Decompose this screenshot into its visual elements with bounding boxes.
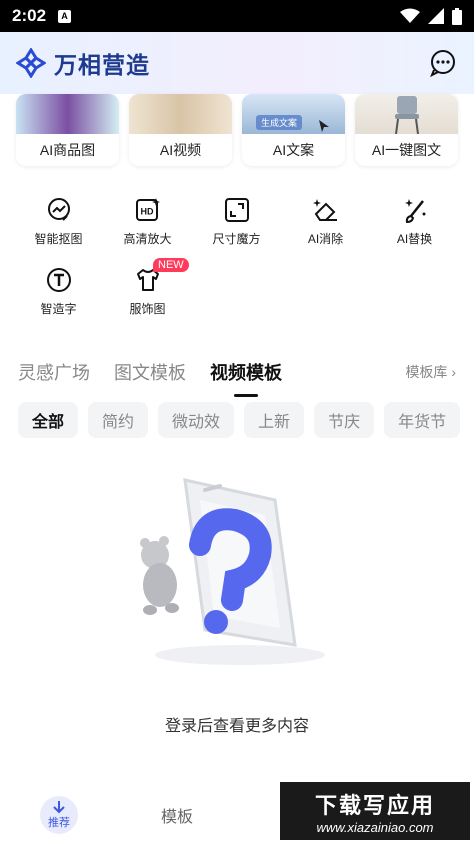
chevron-right-icon: ›: [451, 364, 456, 380]
text-t-icon: [46, 268, 71, 292]
tools-grid: 智能抠图 HD 高清放大 尺寸魔方 AI消除 AI替换 智造字 NEW 服饰图: [0, 192, 474, 332]
nav-label: 推荐: [48, 817, 70, 829]
filter-chips: 全部 简约 微动效 上新 节庆 年货节: [18, 402, 461, 438]
chip-simple[interactable]: 简约: [88, 402, 149, 438]
status-time: 2:02: [12, 6, 47, 25]
empty-state-message: 登录后查看更多内容: [164, 718, 309, 735]
tool-label: 尺寸魔方: [212, 232, 261, 246]
battery-icon: [452, 7, 462, 25]
app-header: 万相营造: [0, 32, 474, 94]
wifi-icon: [400, 8, 420, 23]
chair-icon: [395, 96, 419, 134]
card-ai-product-image[interactable]: AI商品图: [16, 94, 119, 166]
tool-ai-erase[interactable]: AI消除: [281, 192, 370, 262]
tool-label: 高清放大: [123, 232, 172, 246]
card-ai-copywriting[interactable]: 生成文案 AI文案: [242, 94, 345, 166]
watermark-url: www.xiazainiao.com: [316, 819, 434, 835]
glass-panel: [183, 478, 297, 647]
tool-label: AI替换: [396, 232, 433, 246]
message-icon[interactable]: [428, 48, 458, 78]
empty-state-illustration: [140, 478, 325, 665]
template-library-link[interactable]: 模板库 ›: [405, 362, 456, 382]
svg-text:HD: HD: [140, 207, 153, 217]
tools-row: 智造字 NEW 服饰图: [0, 258, 474, 332]
nav-recommend-indicator: 推荐: [40, 796, 78, 834]
card-thumbnail: [355, 94, 458, 134]
template-library-label: 模板库: [405, 364, 448, 380]
cutout-icon: [47, 198, 70, 221]
card-thumbnail: [16, 94, 119, 134]
card-ai-video[interactable]: AI视频: [129, 94, 232, 166]
chip-micro-motion[interactable]: 微动效: [158, 402, 235, 438]
hd-icon: HD: [135, 198, 160, 221]
tool-label: 智造字: [40, 302, 77, 316]
card-label: AI一键图文: [371, 142, 442, 158]
tool-label: 智能抠图: [34, 232, 83, 246]
tool-ai-replace[interactable]: AI替换: [370, 192, 459, 262]
tool-apparel-image[interactable]: NEW 服饰图: [103, 258, 192, 332]
bottom-nav: 推荐 模板 空 下载写应用 www.xiazainiao.com: [0, 782, 474, 844]
chip-festival[interactable]: 节庆: [314, 402, 375, 438]
card-label: AI商品图: [39, 142, 96, 158]
card-ai-one-click[interactable]: AI一键图文: [355, 94, 458, 166]
arrow-down-icon: [53, 801, 65, 814]
signal-icon: [428, 8, 444, 24]
tool-label: 服饰图: [129, 302, 166, 316]
tab-video-templates[interactable]: 视频模板: [210, 359, 282, 385]
site-watermark: 下载写应用 www.xiazainiao.com: [280, 782, 470, 840]
nav-recommend[interactable]: 推荐: [0, 796, 118, 834]
eraser-icon: [312, 199, 337, 221]
status-icons: [400, 7, 462, 25]
feature-cards: AI商品图 AI视频 生成文案 AI文案 AI一键图文: [0, 94, 474, 174]
card-overlay-tag: 生成文案: [256, 115, 303, 130]
chip-new[interactable]: 上新: [244, 402, 305, 438]
brand-logo-icon: [16, 48, 46, 78]
tool-label: AI消除: [307, 232, 344, 246]
tool-hd-upscale[interactable]: HD 高清放大: [103, 192, 192, 262]
tab-inspiration[interactable]: 灵感广场: [18, 359, 90, 385]
nav-label: 模板: [160, 809, 193, 826]
card-label: AI文案: [272, 142, 315, 158]
new-badge: NEW: [153, 258, 189, 272]
chip-new-year-goods[interactable]: 年货节: [384, 402, 461, 438]
resize-icon: [224, 198, 249, 222]
card-thumbnail: [129, 94, 232, 134]
status-bar: 2:02 A: [0, 0, 474, 32]
card-label: AI视频: [159, 142, 202, 158]
bear-figure: [140, 536, 179, 615]
watermark-title: 下载写应用: [314, 792, 435, 818]
card-thumbnail: 生成文案: [242, 94, 345, 134]
chip-all[interactable]: 全部: [18, 402, 79, 438]
tool-smart-font[interactable]: 智造字: [14, 262, 103, 332]
magic-brush-icon: [404, 199, 425, 224]
template-tabs: 灵感广场 图文模板 视频模板 模板库 ›: [0, 352, 474, 392]
tool-size-cube[interactable]: 尺寸魔方: [192, 192, 281, 262]
nav-templates[interactable]: 模板: [118, 803, 236, 827]
tool-smart-cutout[interactable]: 智能抠图: [14, 192, 103, 262]
app-title: 万相营造: [54, 52, 150, 78]
sim-icon: A: [58, 9, 72, 23]
tab-image-text-templates[interactable]: 图文模板: [114, 359, 186, 385]
cursor-icon: [319, 120, 329, 132]
tools-row: 智能抠图 HD 高清放大 尺寸魔方 AI消除 AI替换: [0, 192, 474, 262]
